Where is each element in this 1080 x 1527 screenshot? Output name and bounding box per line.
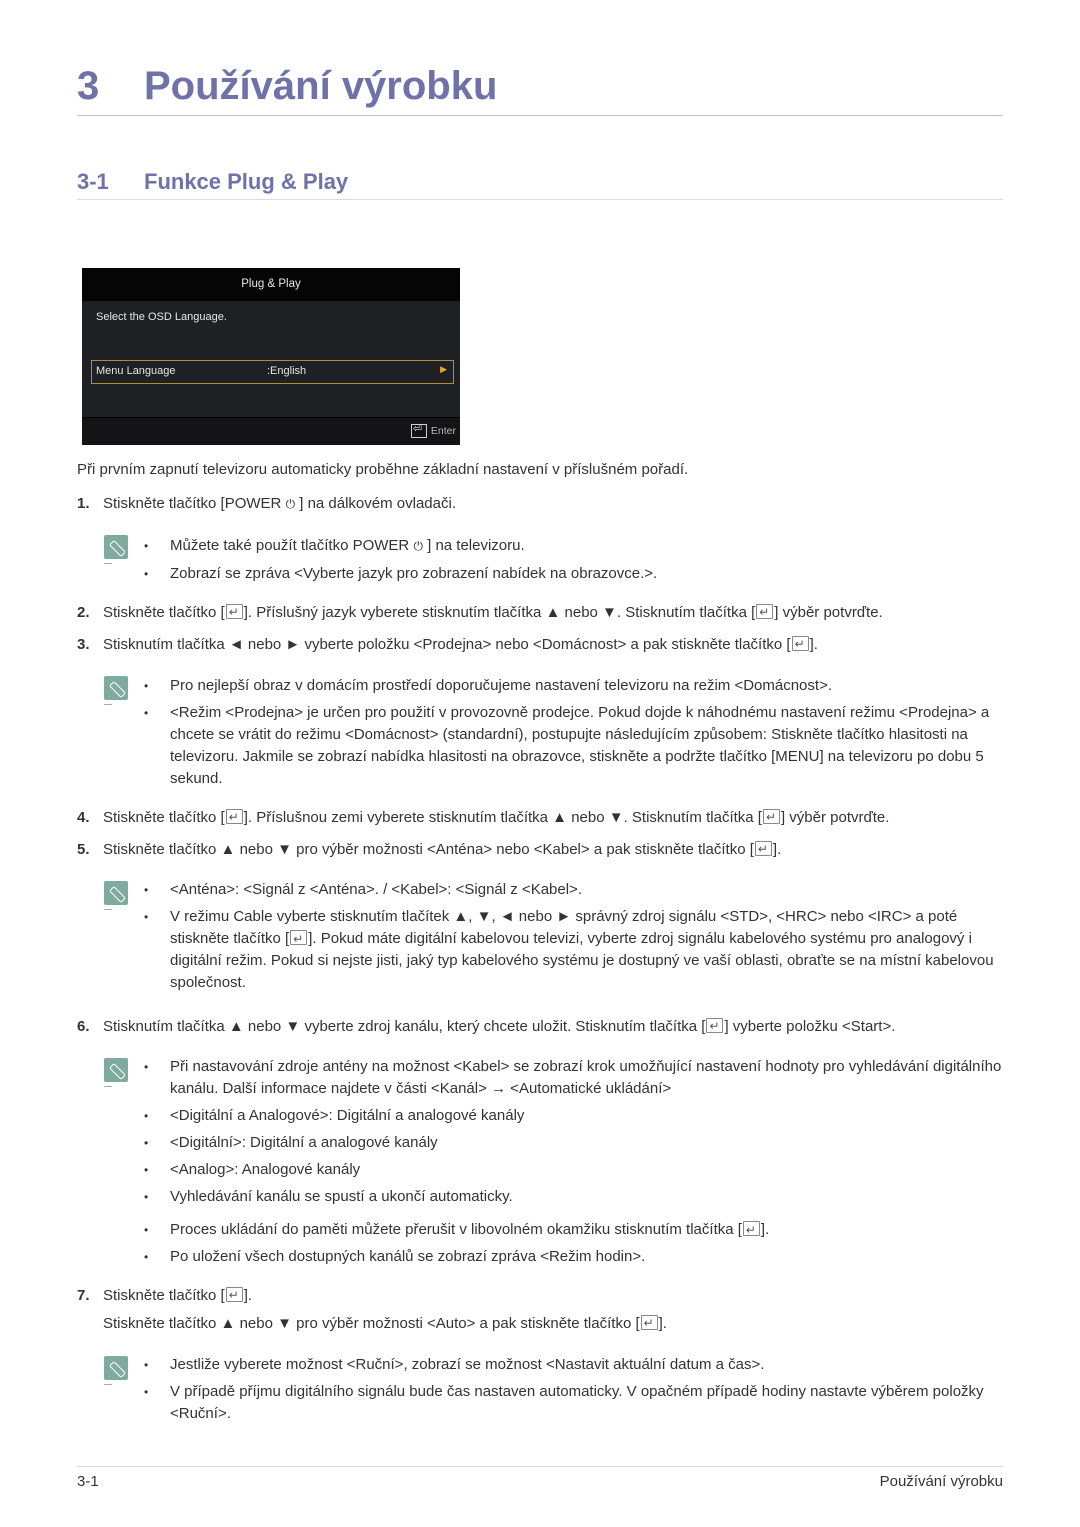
enter-key-icon bbox=[706, 1016, 724, 1036]
bullet-dot: • bbox=[144, 1250, 149, 1264]
bullet-dot: • bbox=[144, 1385, 149, 1399]
footer-chapter-title: Používání výrobku bbox=[879, 1473, 1003, 1490]
enter-key-icon bbox=[742, 1219, 760, 1241]
section-title: Funkce Plug & Play bbox=[144, 169, 349, 194]
bullet-dot: • bbox=[144, 1190, 149, 1204]
enter-key-icon bbox=[225, 602, 243, 622]
bullet-dot: • bbox=[144, 539, 149, 553]
step-text: Stisknutím tlačítka ◄ nebo ► vyberte pol… bbox=[103, 634, 818, 654]
power-icon: ⏻ bbox=[285, 497, 296, 511]
chapter-title: Používání výrobku bbox=[144, 64, 498, 108]
enter-key-icon bbox=[791, 634, 809, 654]
note-text: Zobrazí se zpráva <Vyberte jazyk pro zob… bbox=[170, 565, 658, 582]
note-text: V případě příjmu digitálního signálu bud… bbox=[170, 1383, 984, 1422]
osd-subtitle: Select the OSD Language. bbox=[96, 311, 227, 323]
step-text: Stiskněte tlačítko []. Příslušný jazyk v… bbox=[103, 602, 883, 622]
note-text: <Režim <Prodejna> je určen pro použití v… bbox=[170, 704, 990, 787]
note-text: <Digitální a Analogové>: Digitální a ana… bbox=[170, 1107, 525, 1124]
enter-key-icon bbox=[640, 1313, 658, 1333]
step-7: 7. Stiskněte tlačítko []. bbox=[77, 1285, 252, 1306]
bullet-dot: • bbox=[144, 1163, 149, 1177]
enter-key-icon bbox=[754, 839, 772, 859]
step-number: 1. bbox=[77, 495, 90, 512]
step-text: Stisknutím tlačítka ▲ nebo ▼ vyberte zdr… bbox=[103, 1016, 895, 1036]
step-text: Stiskněte tlačítko [POWER ⏻ ] na dálkové… bbox=[103, 495, 456, 512]
step-text: Stiskněte tlačítko []. Příslušnou zemi v… bbox=[103, 807, 889, 827]
osd-enter-hint: Enter bbox=[410, 422, 456, 438]
enter-key-icon bbox=[290, 928, 308, 950]
footer-page-number: 3-1 bbox=[77, 1473, 99, 1490]
enter-key-icon bbox=[762, 807, 780, 827]
chapter-number: 3 bbox=[77, 64, 100, 108]
note-pencil-icon bbox=[104, 881, 128, 910]
power-icon: ⏻ bbox=[413, 539, 423, 553]
note-text: <Anténa>: <Signál z <Anténa>. / <Kabel>:… bbox=[170, 881, 582, 898]
enter-key-icon bbox=[225, 807, 243, 827]
step-number: 7. bbox=[77, 1287, 90, 1304]
osd-screenshot: Plug & Play Select the OSD Language. Men… bbox=[82, 268, 460, 445]
osd-row-value: :English bbox=[267, 365, 307, 377]
note-pencil-icon bbox=[104, 676, 128, 705]
section-heading: 3-1 Funkce Plug & Play bbox=[77, 169, 1003, 200]
bullet-dot: • bbox=[144, 910, 149, 924]
step-text: Stiskněte tlačítko []. bbox=[103, 1285, 252, 1305]
arrow-right-icon: ▶ bbox=[440, 364, 447, 374]
step-6: 6. Stisknutím tlačítka ▲ nebo ▼ vyberte z… bbox=[77, 1016, 895, 1037]
step-number: 3. bbox=[77, 636, 90, 653]
enter-key-icon bbox=[225, 1285, 243, 1305]
bullet-dot: • bbox=[144, 883, 149, 897]
step-text: Stiskněte tlačítko ▲ nebo ▼ pro výběr mo… bbox=[103, 839, 781, 859]
note-text: Vyhledávání kanálu se spustí a ukončí au… bbox=[170, 1188, 513, 1205]
bullet-dot: • bbox=[144, 1223, 149, 1237]
bullet-dot: • bbox=[144, 1109, 149, 1123]
note-text: Jestliže vyberete možnost <Ruční>, zobra… bbox=[170, 1356, 765, 1373]
osd-row-label: Menu Language bbox=[96, 365, 176, 377]
osd-footer: Enter bbox=[82, 417, 460, 445]
step-number: 2. bbox=[77, 604, 90, 621]
step-3: 3. Stisknutím tlačítka ◄ nebo ► vyberte p… bbox=[77, 634, 818, 655]
note-text: Můžete také použít tlačítko POWER ⏻ ] na… bbox=[170, 535, 1010, 557]
note-text: Proces ukládání do paměti můžete přeruši… bbox=[170, 1219, 1010, 1241]
footer-divider bbox=[77, 1466, 1003, 1467]
step-7-continuation: Stiskněte tlačítko ▲ nebo ▼ pro výběr mo… bbox=[103, 1313, 667, 1334]
note-pencil-icon bbox=[104, 1058, 128, 1087]
enter-key-icon bbox=[756, 602, 774, 622]
note-text: <Analog>: Analogové kanály bbox=[170, 1161, 361, 1178]
note-text: Pro nejlepší obraz v domácím prostředí d… bbox=[170, 677, 832, 694]
intro-paragraph: Při prvním zapnutí televizoru automatick… bbox=[77, 461, 689, 478]
note-text: Po uložení všech dostupných kanálů se zo… bbox=[170, 1248, 646, 1265]
step-4: 4. Stiskněte tlačítko []. Příslušnou zemi… bbox=[77, 807, 889, 828]
osd-menu-language-row: Menu Language :English ▶ bbox=[91, 360, 454, 384]
note-text: <Digitální>: Digitální a analogové kanál… bbox=[170, 1134, 438, 1151]
step-1: 1. Stiskněte tlačítko [POWER ⏻ ] na dálko… bbox=[77, 494, 456, 514]
step-number: 6. bbox=[77, 1018, 90, 1035]
osd-enter-label: Enter bbox=[430, 425, 456, 437]
bullet-dot: • bbox=[144, 567, 149, 581]
bullet-dot: • bbox=[144, 1358, 149, 1372]
step-2: 2. Stiskněte tlačítko []. Příslušný jazyk… bbox=[77, 602, 883, 623]
note-pencil-icon bbox=[104, 1356, 128, 1385]
bullet-dot: • bbox=[144, 706, 149, 720]
step-5: 5. Stiskněte tlačítko ▲ nebo ▼ pro výběr … bbox=[77, 839, 781, 860]
step-number: 5. bbox=[77, 841, 90, 858]
note-text: V režimu Cable vyberte stisknutím tlačít… bbox=[170, 906, 1010, 994]
osd-header: Plug & Play bbox=[82, 268, 460, 301]
bullet-dot: • bbox=[144, 1136, 149, 1150]
note-text: Při nastavování zdroje antény na možnost… bbox=[170, 1058, 1002, 1097]
section-number: 3-1 bbox=[77, 169, 109, 194]
bullet-dot: • bbox=[144, 1060, 149, 1074]
enter-icon bbox=[410, 422, 427, 438]
chapter-heading: 3 Používání výrobku bbox=[77, 64, 1003, 116]
bullet-dot: • bbox=[144, 679, 149, 693]
step-number: 4. bbox=[77, 809, 90, 826]
note-pencil-icon bbox=[104, 535, 128, 564]
